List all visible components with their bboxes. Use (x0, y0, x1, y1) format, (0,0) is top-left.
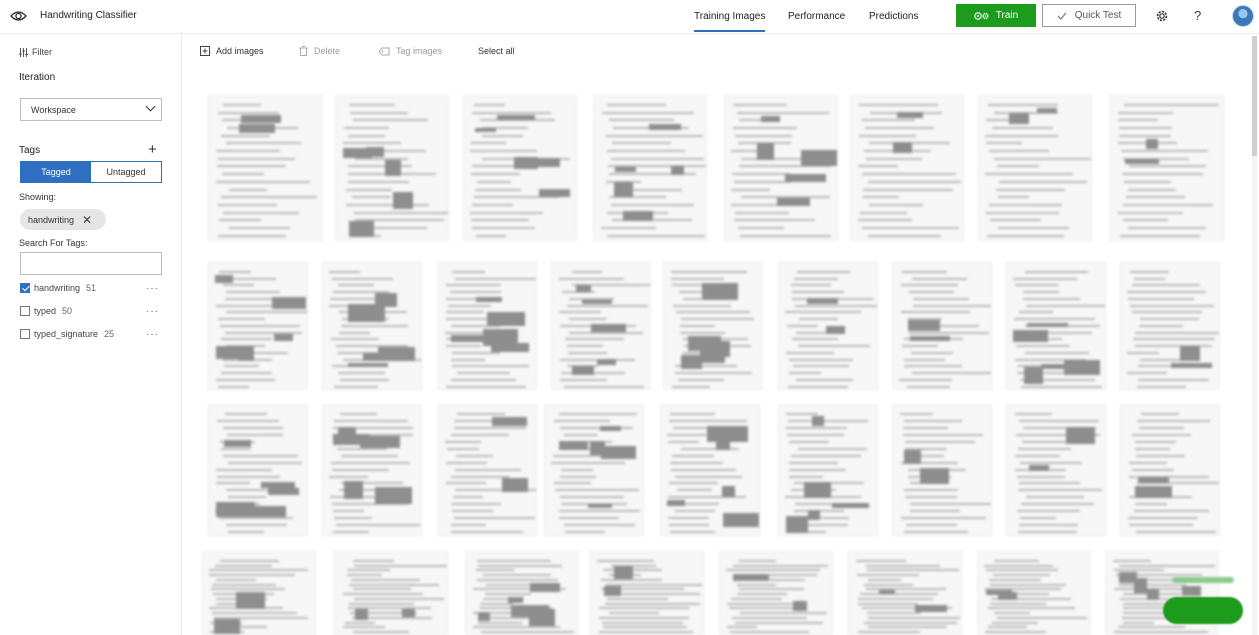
tag-count: 51 (86, 283, 97, 293)
image-grid (200, 88, 1230, 635)
train-button[interactable]: Train (956, 4, 1036, 27)
tag-icon (378, 47, 390, 55)
iteration-value: Workspace (31, 105, 76, 115)
image-thumbnail[interactable] (322, 404, 422, 536)
tag-count: 25 (104, 329, 115, 339)
scrollbar[interactable] (1252, 36, 1257, 635)
image-thumbnail[interactable] (977, 551, 1091, 635)
tab-training-images[interactable]: Training Images (694, 11, 766, 32)
add-images-button[interactable]: Add images (200, 46, 264, 56)
image-thumbnail[interactable] (660, 404, 760, 536)
scrollbar-thumb[interactable] (1252, 36, 1257, 156)
image-thumbnail[interactable] (850, 95, 964, 241)
app-title: Handwriting Classifier (40, 10, 137, 21)
image-thumbnail[interactable] (848, 551, 962, 635)
top-bar: Handwriting Classifier Training Images P… (0, 0, 1259, 34)
image-thumbnail[interactable] (551, 262, 651, 390)
tag-images-label: Tag images (396, 46, 443, 56)
image-thumbnail[interactable] (463, 95, 577, 241)
image-thumbnail[interactable] (778, 262, 878, 390)
showing-chip-label: handwriting (28, 214, 75, 225)
image-thumbnail[interactable] (322, 262, 422, 390)
delete-button[interactable]: Delete (299, 46, 340, 56)
checkbox[interactable] (20, 329, 30, 339)
image-thumbnail[interactable] (1110, 95, 1224, 241)
filter-label: Filter (32, 47, 52, 57)
image-thumbnail[interactable] (202, 551, 316, 635)
tagged-toggle: Tagged Untagged (20, 161, 162, 183)
avatar[interactable] (1232, 5, 1254, 27)
delete-label: Delete (314, 46, 341, 56)
quick-test-button[interactable]: Quick Test (1042, 4, 1136, 27)
image-thumbnail[interactable] (208, 404, 308, 536)
add-images-label: Add images (216, 46, 264, 56)
select-all-button[interactable]: Select all (478, 46, 515, 56)
trash-icon (299, 46, 308, 56)
train-label: Train (995, 10, 1019, 21)
filter-icon (19, 47, 28, 57)
select-all-label: Select all (478, 46, 515, 56)
check-icon (1057, 12, 1067, 20)
tag-row-typed[interactable]: typed 50 ··· (20, 304, 162, 318)
floating-tooltip (1172, 577, 1234, 583)
image-thumbnail[interactable] (208, 262, 308, 390)
image-thumbnail[interactable] (978, 95, 1092, 241)
image-thumbnail[interactable] (1120, 404, 1220, 536)
checkbox[interactable] (20, 283, 30, 293)
tab-performance[interactable]: Performance (788, 11, 845, 22)
quick-test-label: Quick Test (1074, 10, 1122, 21)
image-thumbnail[interactable] (778, 404, 878, 536)
image-thumbnail[interactable] (892, 404, 992, 536)
sidebar: Filter Iteration Workspace Tags + Tagged… (0, 34, 182, 635)
plus-icon[interactable]: + (148, 142, 157, 157)
tags-label: Tags (19, 145, 41, 156)
showing-label: Showing: (19, 192, 57, 202)
image-thumbnail[interactable] (719, 551, 833, 635)
tag-name: handwriting (34, 283, 81, 293)
close-icon[interactable]: ✕ (82, 213, 92, 227)
checkbox[interactable] (20, 306, 30, 316)
image-thumbnail[interactable] (663, 262, 763, 390)
image-thumbnail[interactable] (593, 95, 707, 241)
image-thumbnail[interactable] (437, 404, 537, 536)
tab-predictions[interactable]: Predictions (869, 11, 918, 22)
iteration-label: Iteration (19, 72, 56, 83)
add-image-icon (200, 46, 210, 56)
search-label: Search For Tags: (19, 238, 88, 248)
tag-search-input[interactable] (20, 252, 162, 275)
image-thumbnail[interactable] (1120, 262, 1220, 390)
tag-count: 50 (62, 306, 73, 316)
tag-row-handwriting[interactable]: handwriting 51 ··· (20, 281, 162, 295)
floating-action-button[interactable] (1163, 597, 1243, 624)
tab-untagged[interactable]: Untagged (91, 162, 161, 182)
tag-images-button[interactable]: Tag images (378, 46, 442, 56)
image-thumbnail[interactable] (724, 95, 838, 241)
image-thumbnail[interactable] (892, 262, 992, 390)
image-thumbnail[interactable] (437, 262, 537, 390)
tag-name: typed (34, 306, 57, 316)
filter-button[interactable]: Filter (19, 47, 52, 57)
tab-tagged[interactable]: Tagged (21, 162, 91, 182)
train-icon (974, 11, 989, 20)
image-thumbnail[interactable] (208, 95, 322, 241)
more-icon[interactable]: ··· (146, 329, 159, 340)
more-icon[interactable]: ··· (146, 283, 159, 294)
gear-icon[interactable] (1155, 9, 1169, 23)
chevron-down-icon (145, 101, 156, 112)
image-thumbnail[interactable] (544, 404, 644, 536)
image-thumbnail[interactable] (335, 95, 449, 241)
eye-icon (10, 11, 27, 21)
image-thumbnail[interactable] (465, 551, 579, 635)
tag-name: typed_signature (34, 329, 99, 339)
tag-row-typed-signature[interactable]: typed_signature 25 ··· (20, 327, 162, 341)
help-icon[interactable]: ? (1194, 8, 1201, 23)
image-thumbnail[interactable] (590, 551, 704, 635)
more-icon[interactable]: ··· (146, 306, 159, 317)
iteration-select[interactable]: Workspace (20, 98, 162, 121)
showing-chip: handwriting ✕ (20, 209, 106, 230)
image-thumbnail[interactable] (1006, 404, 1106, 536)
image-thumbnail[interactable] (334, 551, 448, 635)
image-thumbnail[interactable] (1006, 262, 1106, 390)
